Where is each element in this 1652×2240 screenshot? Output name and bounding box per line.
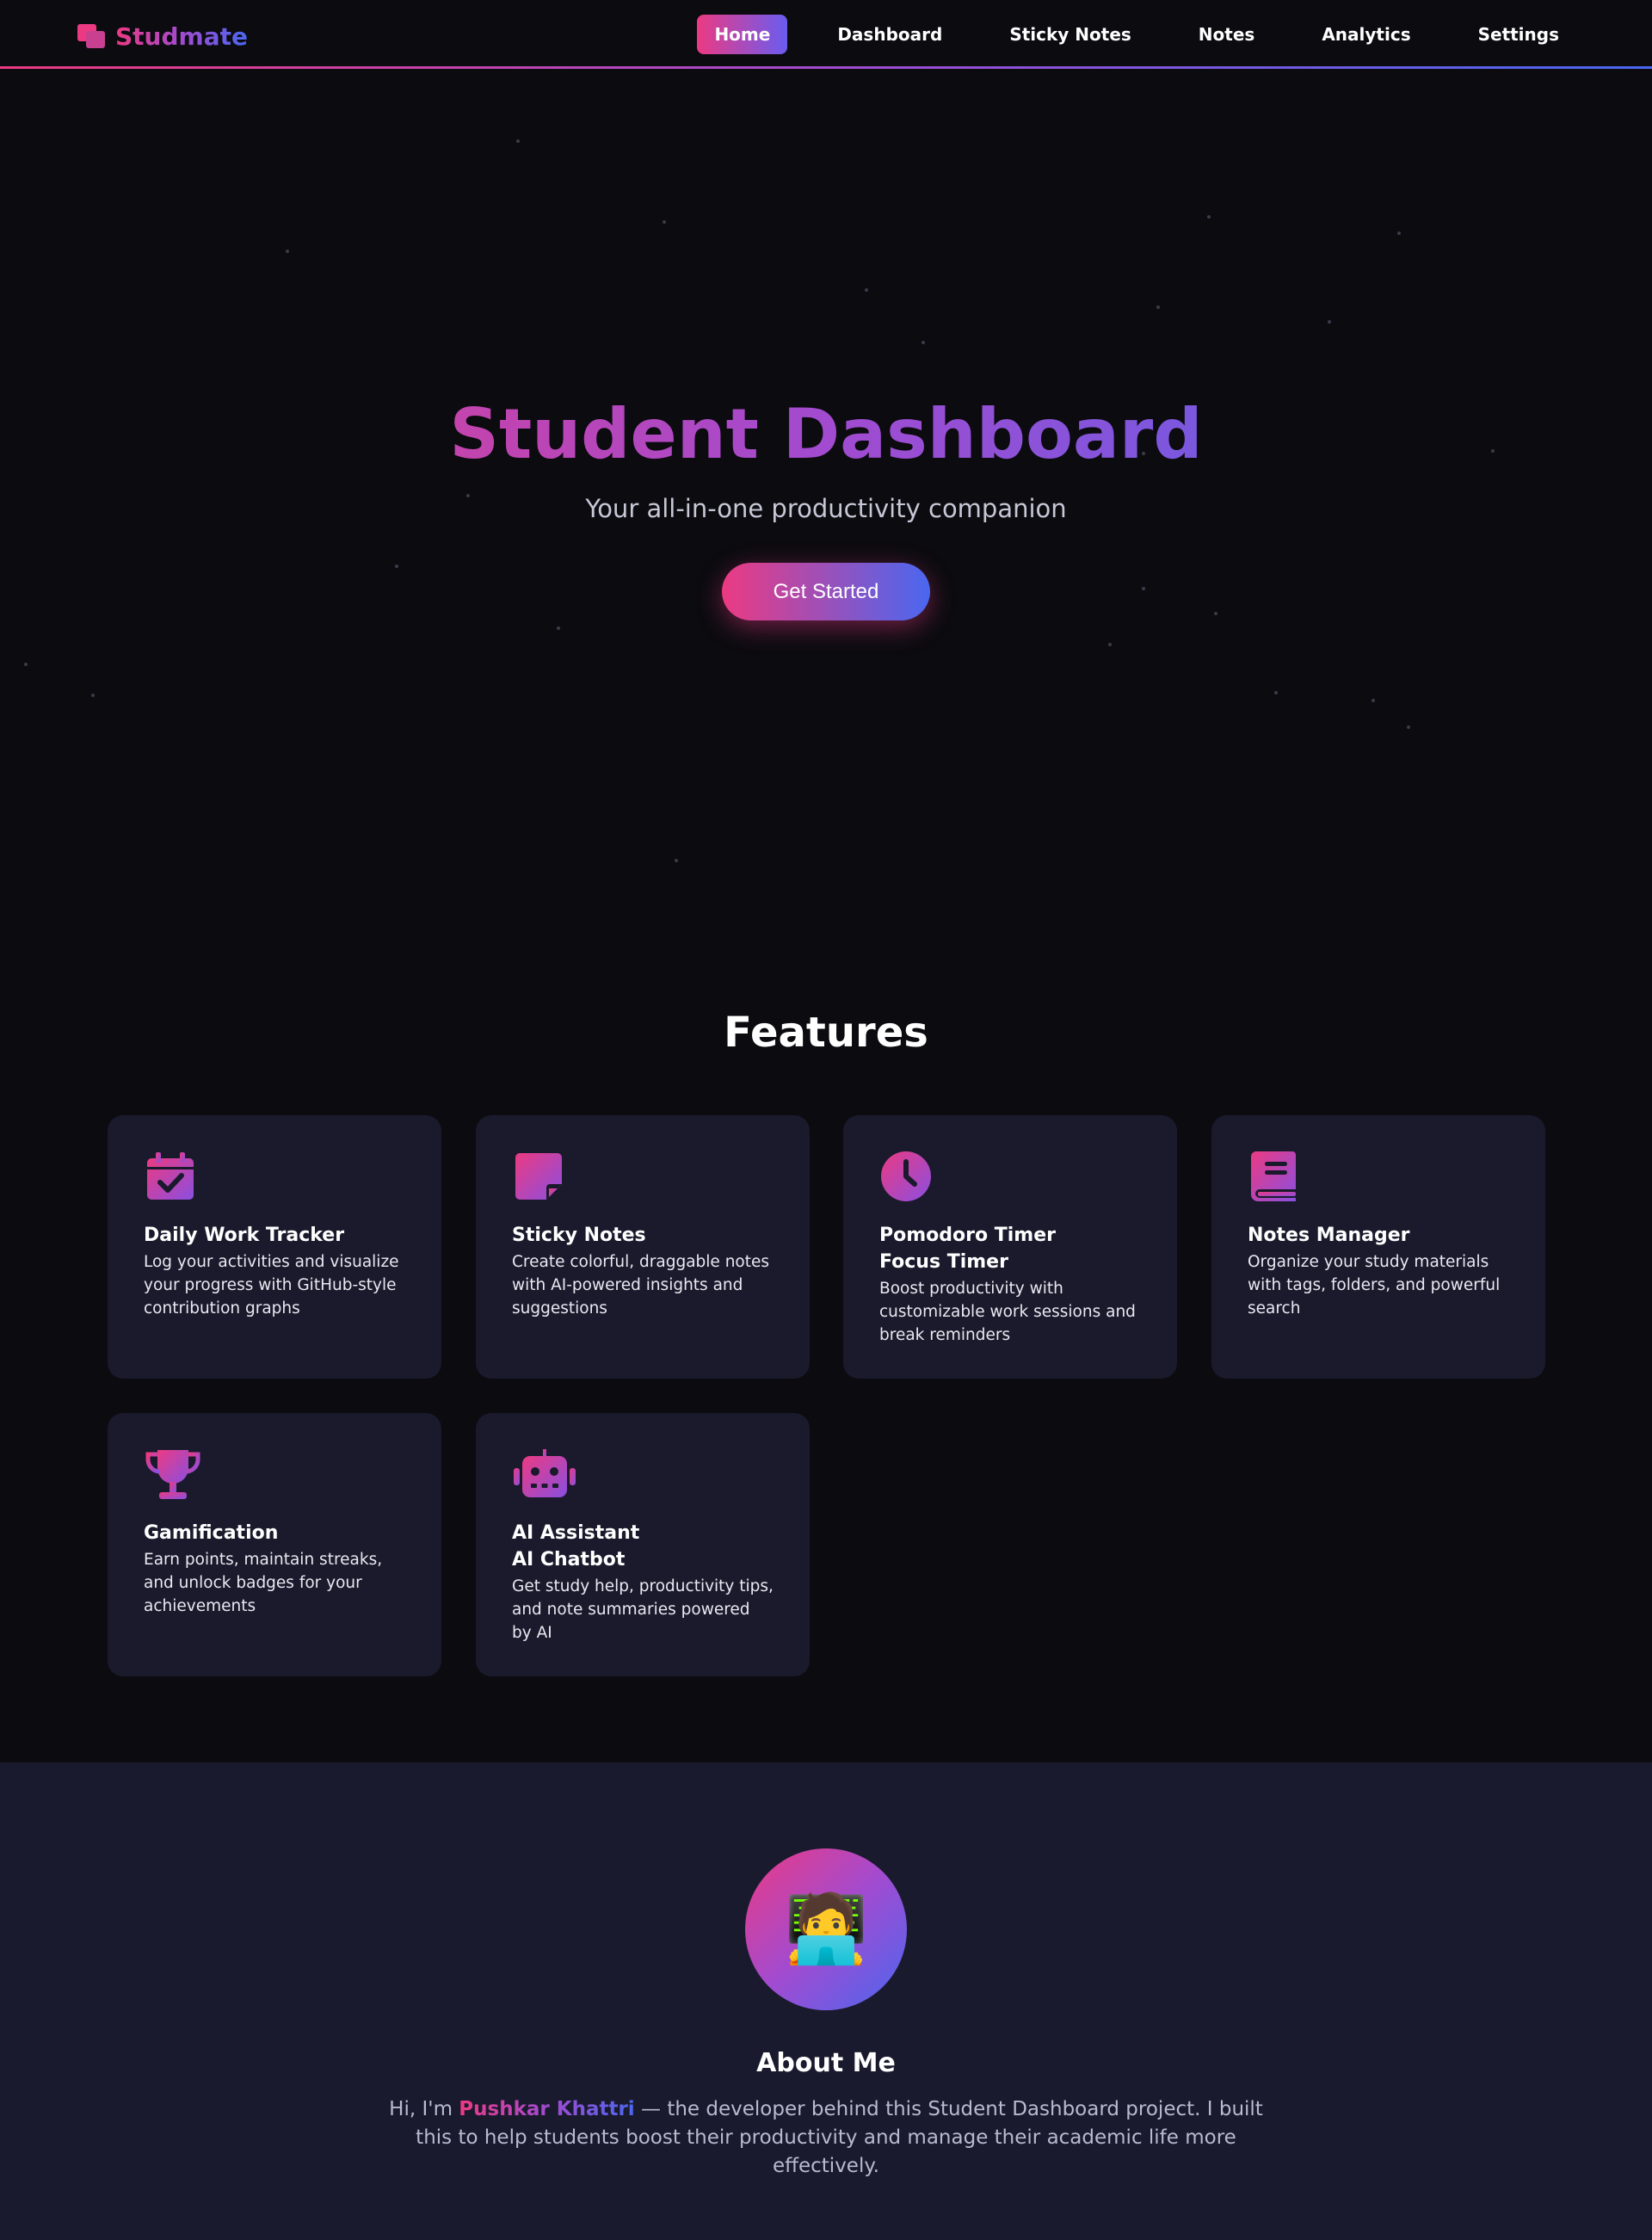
avatar: 🧑‍💻 bbox=[745, 1848, 907, 2010]
about-title: About Me bbox=[756, 2048, 896, 2078]
star bbox=[1407, 725, 1410, 729]
star bbox=[1328, 320, 1331, 324]
nav-item-dashboard[interactable]: Dashboard bbox=[820, 15, 959, 54]
features-title: Features bbox=[724, 1009, 928, 1057]
get-started-button[interactable]: Get Started bbox=[722, 563, 930, 620]
about-section: 🧑‍💻 About Me Hi, I'm Pushkar Khattri — t… bbox=[0, 1762, 1652, 2240]
feature-title: AI Assistant bbox=[512, 1522, 640, 1544]
star bbox=[675, 859, 678, 862]
book-icon bbox=[1251, 1151, 1296, 1201]
feature-subtitle: AI Chatbot bbox=[512, 1549, 626, 1570]
feature-card-notes-manager[interactable]: Notes Manager Organize your study materi… bbox=[1211, 1115, 1545, 1379]
nav-item-sticky-notes[interactable]: Sticky Notes bbox=[992, 15, 1148, 54]
feature-title: Daily Work Tracker bbox=[144, 1225, 345, 1246]
feature-title: Pomodoro Timer bbox=[879, 1225, 1057, 1246]
feature-title: Sticky Notes bbox=[512, 1225, 646, 1246]
developer-name: Pushkar Khattri bbox=[459, 2098, 635, 2120]
nav-menu: Home Dashboard Sticky Notes Notes Analyt… bbox=[681, 15, 1576, 54]
clock-icon bbox=[881, 1151, 931, 1201]
nav-item-home[interactable]: Home bbox=[697, 15, 788, 54]
star bbox=[1156, 305, 1160, 309]
star bbox=[286, 250, 289, 253]
nav-item-notes[interactable]: Notes bbox=[1181, 15, 1273, 54]
star bbox=[1274, 691, 1278, 694]
feature-card-gamification[interactable]: Gamification Earn points, maintain strea… bbox=[108, 1413, 441, 1676]
star bbox=[1142, 587, 1145, 590]
feature-card-ai-assistant[interactable]: AI Assistant AI Chatbot Get study help, … bbox=[476, 1413, 810, 1676]
star bbox=[1372, 699, 1375, 702]
feature-card-sticky-notes[interactable]: Sticky Notes Create colorful, draggable … bbox=[476, 1115, 810, 1379]
feature-description: Organize your study materials with tags,… bbox=[1248, 1253, 1501, 1317]
star bbox=[922, 341, 925, 344]
nav-item-settings[interactable]: Settings bbox=[1461, 15, 1576, 54]
nav-item-analytics[interactable]: Analytics bbox=[1304, 15, 1427, 54]
developer-avatar-icon: 🧑‍💻 bbox=[784, 1891, 868, 1968]
feature-description: Get study help, productivity tips, and n… bbox=[512, 1577, 774, 1642]
star bbox=[1397, 231, 1401, 235]
feature-description: Create colorful, draggable notes with AI… bbox=[512, 1253, 770, 1317]
star bbox=[663, 220, 666, 224]
star bbox=[1108, 643, 1112, 646]
star bbox=[557, 626, 560, 630]
navbar: Studmate Home Dashboard Sticky Notes Not… bbox=[0, 0, 1652, 69]
brand-name: Studmate bbox=[115, 22, 248, 51]
trophy-icon bbox=[145, 1450, 200, 1499]
sticky-note-icon bbox=[515, 1153, 562, 1200]
feature-description: Log your activities and visualize your p… bbox=[144, 1253, 399, 1317]
calendar-check-icon bbox=[147, 1152, 194, 1200]
hero-title: Student Dashboard bbox=[0, 392, 1652, 478]
feature-card-pomodoro-timer[interactable]: Pomodoro Timer Focus Timer Boost product… bbox=[843, 1115, 1177, 1379]
feature-subtitle: Focus Timer bbox=[879, 1251, 1008, 1273]
star bbox=[1214, 612, 1217, 615]
brand-icon bbox=[77, 24, 105, 48]
feature-title: Notes Manager bbox=[1248, 1225, 1410, 1246]
robot-icon bbox=[514, 1449, 576, 1497]
feature-card-daily-work-tracker[interactable]: Daily Work Tracker Log your activities a… bbox=[108, 1115, 441, 1379]
feature-title: Gamification bbox=[144, 1522, 279, 1544]
hero-subtitle: Your all-in-one productivity companion bbox=[585, 494, 1067, 523]
star bbox=[516, 139, 520, 143]
brand-logo[interactable]: Studmate bbox=[77, 19, 248, 53]
star bbox=[865, 288, 868, 292]
star bbox=[24, 663, 28, 666]
about-text: Hi, I'm Pushkar Khattri — the developer … bbox=[370, 2095, 1282, 2181]
feature-description: Boost productivity with customizable wor… bbox=[879, 1280, 1136, 1344]
about-text-intro: Hi, I'm bbox=[389, 2098, 459, 2120]
star bbox=[395, 565, 398, 568]
feature-description: Earn points, maintain streaks, and unloc… bbox=[144, 1551, 383, 1615]
star bbox=[1207, 215, 1211, 219]
star bbox=[91, 694, 95, 697]
